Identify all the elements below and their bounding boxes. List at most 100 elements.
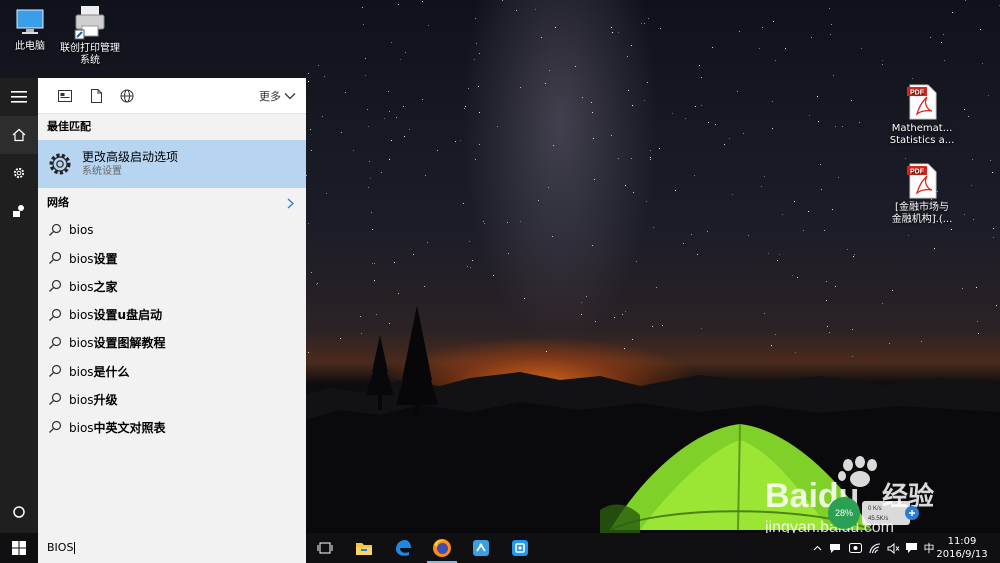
feedback-button[interactable] xyxy=(0,192,38,230)
best-match-heading: 最佳匹配 xyxy=(47,120,91,133)
web-suggestions-list: bios bios设置 bios之家 bios设置u盘启动 bios设置图解教程 bios… xyxy=(38,216,306,442)
settings-button[interactable] xyxy=(0,154,38,192)
taskbar-search-input[interactable]: BIOS xyxy=(38,533,306,563)
best-match-title: 更改高级启动选项 xyxy=(82,149,179,164)
desktop-icon-pdf-math[interactable]: PDF Mathemat... Statistics a... xyxy=(882,84,962,147)
start-rail xyxy=(0,78,38,533)
chevron-right-icon xyxy=(287,198,294,209)
hamburger-menu-button[interactable] xyxy=(0,78,38,116)
more-filters-button[interactable]: 更多 xyxy=(259,88,296,104)
best-match-subtitle: 系统设置 xyxy=(82,165,122,177)
web-suggestion-label: bios设置u盘启动 xyxy=(69,306,162,323)
computer-icon xyxy=(16,9,44,34)
web-suggestion-label: bios是什么 xyxy=(69,363,130,380)
text-caret xyxy=(74,542,76,554)
file-explorer-button[interactable] xyxy=(345,533,383,563)
action-center-button[interactable] xyxy=(902,533,920,563)
hamburger-icon xyxy=(11,91,27,103)
cortana-button[interactable] xyxy=(0,493,38,531)
more-label: 更多 xyxy=(259,90,281,103)
cortana-icon xyxy=(13,506,25,518)
network-app-button[interactable] xyxy=(462,533,500,563)
web-filter-icon xyxy=(120,89,134,102)
web-section-heading[interactable]: 网络 xyxy=(38,190,306,216)
tray-app-icon xyxy=(848,543,862,553)
messaging-tray-button[interactable] xyxy=(826,533,844,563)
gear-icon xyxy=(49,153,71,175)
clock-time: 11:09 xyxy=(947,536,977,547)
edge-icon xyxy=(396,540,411,556)
cpu-percent: 28% xyxy=(835,508,853,518)
search-icon xyxy=(49,336,62,349)
chat-bubble-icon xyxy=(830,543,840,553)
suggestion-suffix: 设置u盘启动 xyxy=(93,308,163,323)
suggestion-suffix: 中英文对照表 xyxy=(93,420,166,435)
web-suggestion-label: bios中英文对照表 xyxy=(69,419,166,436)
firefox-button[interactable] xyxy=(423,533,461,563)
speaker-icon xyxy=(887,542,899,554)
search-query: BIOS xyxy=(47,541,74,554)
web-suggestion-label: bios设置 xyxy=(69,250,118,267)
volume-tray-button[interactable] xyxy=(884,533,902,563)
task-view-button[interactable] xyxy=(306,533,344,563)
desktop-icon-print-manager[interactable]: 联创打印管理 系统 xyxy=(55,4,125,67)
baidu-app-button[interactable] xyxy=(501,533,539,563)
pdf-badge: PDF xyxy=(910,90,925,97)
start-button[interactable] xyxy=(0,533,38,563)
gear-icon xyxy=(13,167,25,179)
suggestion-prefix: bios xyxy=(69,336,94,351)
suggestion-suffix: 设置图解教程 xyxy=(93,336,166,351)
web-suggestion-item[interactable]: bios xyxy=(38,216,306,244)
desktop-icon-label: 此电脑 xyxy=(15,41,45,52)
web-suggestion-item[interactable]: bios是什么 xyxy=(38,357,306,385)
suggestion-prefix: bios xyxy=(69,420,94,435)
apps-filter-icon xyxy=(58,89,72,102)
network-speed-widget[interactable]: 28% 0 K/s 45.5K/s xyxy=(828,495,924,531)
home-button[interactable] xyxy=(0,116,38,154)
web-suggestion-label: bios设置图解教程 xyxy=(69,334,166,351)
web-suggestion-item[interactable]: bios之家 xyxy=(38,272,306,300)
desktop-icon-label-line2: 金融机构].(... xyxy=(891,214,953,225)
best-match-result[interactable]: 更改高级启动选项 系统设置 xyxy=(38,140,306,188)
desktop-icon-this-pc[interactable]: 此电脑 xyxy=(0,6,60,53)
taskbar-clock[interactable]: 11:09 2016/9/13 xyxy=(932,535,992,561)
desktop-icon-label-line2: 系统 xyxy=(80,55,100,66)
baidu-app-icon xyxy=(512,540,528,556)
search-icon xyxy=(49,308,62,321)
apps-filter-button[interactable] xyxy=(54,85,76,107)
web-suggestion-item[interactable]: bios升级 xyxy=(38,385,306,413)
web-suggestion-item[interactable]: bios设置 xyxy=(38,244,306,272)
windows-logo-icon xyxy=(12,541,26,555)
clock-date: 2016/9/13 xyxy=(936,549,988,560)
desktop-icon-label-line1: Mathemat... xyxy=(891,123,953,134)
search-icon xyxy=(49,280,62,293)
edge-button[interactable] xyxy=(384,533,422,563)
taskbar: BIOS 中 11:09 2016/9/13 xyxy=(0,533,1000,563)
task-view-icon xyxy=(317,542,333,554)
suggestion-prefix: bios xyxy=(69,223,94,238)
suggestion-suffix: 之家 xyxy=(93,279,118,294)
wifi-tray-button[interactable] xyxy=(866,533,884,563)
app-tray-button[interactable] xyxy=(846,533,864,563)
search-icon xyxy=(49,364,62,377)
documents-filter-button[interactable] xyxy=(85,85,107,107)
wifi-icon xyxy=(868,542,880,553)
pdf-file-icon: PDF xyxy=(907,163,937,199)
web-suggestion-item[interactable]: bios设置图解教程 xyxy=(38,329,306,357)
web-suggestion-label: bios xyxy=(69,223,94,237)
web-filter-button[interactable] xyxy=(116,85,138,107)
web-suggestion-item[interactable]: bios中英文对照表 xyxy=(38,413,306,441)
web-suggestion-label: bios升级 xyxy=(69,391,118,408)
notification-icon xyxy=(905,543,917,553)
network-app-icon xyxy=(473,540,489,556)
search-icon xyxy=(49,223,62,237)
web-suggestion-label: bios之家 xyxy=(69,278,118,295)
filter-bar: 更多 xyxy=(38,78,306,114)
web-heading-label: 网络 xyxy=(47,196,69,209)
web-suggestion-item[interactable]: bios设置u盘启动 xyxy=(38,301,306,329)
show-hidden-icons-button[interactable] xyxy=(810,533,824,563)
upload-speed: 0 K/s xyxy=(868,506,882,512)
search-icon xyxy=(49,393,62,406)
desktop-icon-pdf-finance[interactable]: PDF [金融市场与 金融机构].(... xyxy=(882,163,962,226)
download-speed: 45.5K/s xyxy=(868,516,888,522)
